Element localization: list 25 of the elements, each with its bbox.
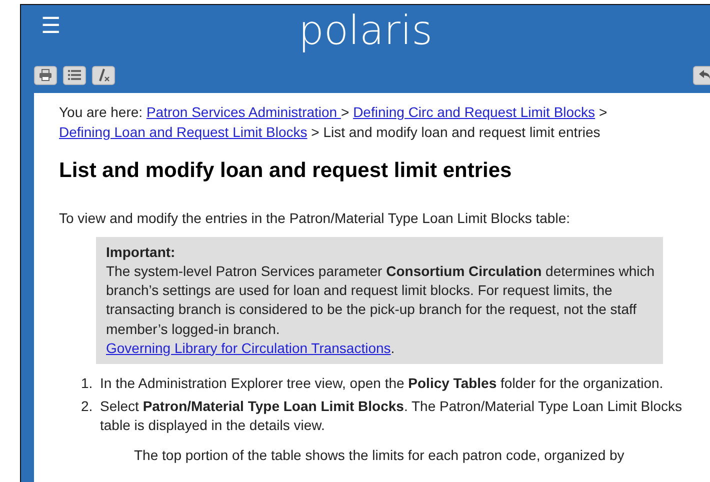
list-button[interactable] (63, 66, 86, 84)
page-title: List and modify loan and request limit entries (59, 158, 513, 184)
step-note: The top portion of the table shows the limits for each patron code, organized by (134, 446, 626, 465)
breadcrumb: You are here: Patron Services Administration > Defining Circ and Request Limit Blocks > Defining Loan and Request Limit Blocks > List and modify loan and request limit entries (59, 103, 608, 142)
menu-button[interactable]: ☰ (41, 15, 61, 37)
step-number: 2. (81, 396, 94, 416)
intro-text: To view and modify the entries in the Patron/Material Type Loan Limit Blocks table: (59, 209, 572, 228)
clear-format-icon (96, 68, 110, 82)
list-icon (68, 69, 81, 81)
back-arrow-button[interactable] (693, 66, 710, 84)
back-arrow-icon (698, 70, 710, 80)
breadcrumb-link[interactable]: Patron Services Administration (146, 104, 341, 120)
print-button[interactable] (34, 66, 57, 84)
note-link[interactable]: Governing Library for Circulation Transactions (106, 340, 391, 356)
note-link-line: Governing Library for Circulation Transactions. (106, 338, 396, 358)
step-text: Select Patron/Material Type Loan Limit Blocks. The Patron/Material Type Loan Limit Blocks table is displayed in the details view. (100, 396, 684, 435)
logo: polaris (298, 11, 432, 51)
print-icon (39, 69, 52, 81)
clear-format-button[interactable] (92, 66, 115, 84)
step-number: 1. (81, 374, 94, 393)
note-heading: Important: (106, 243, 176, 262)
breadcrumb-link[interactable]: Defining Loan and Request Limit Blocks (59, 124, 308, 140)
breadcrumb-link[interactable]: Defining Circ and Request Limit Blocks (353, 104, 596, 120)
note-text: The system-level Patron Services parameter Consortium Circulation determines which branch’s settings are used for loan and request limit blocks. For request limits, the transacting branch is considered to be the pick-up branch for the request, not the staff member’s logged-in branch. (106, 262, 655, 339)
step-text: In the Administration Explorer tree view, open the Policy Tables folder for the organization. (100, 374, 664, 393)
